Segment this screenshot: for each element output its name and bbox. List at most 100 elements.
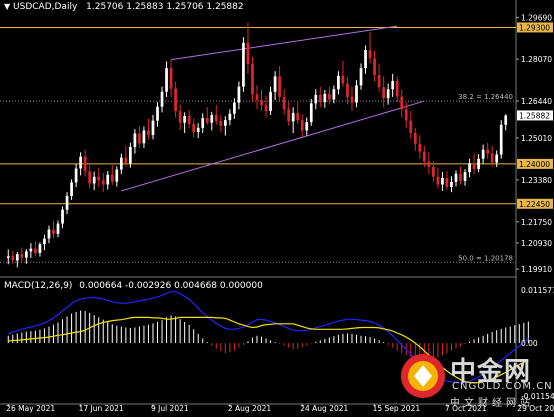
candle-bear xyxy=(219,121,223,126)
candle-bear xyxy=(346,83,349,97)
candle-bull xyxy=(499,124,503,155)
candle-bull xyxy=(133,133,137,147)
candle-bull xyxy=(495,154,499,163)
candle-bull xyxy=(70,182,73,197)
candle-bear xyxy=(169,68,173,89)
candle-bull xyxy=(156,106,159,121)
fib-level-label: 50.0 = 1.20178 xyxy=(458,254,513,262)
candle-bull xyxy=(201,118,205,128)
symbol-label: USDCAD,Daily xyxy=(13,2,78,12)
candle-bull xyxy=(233,102,236,114)
candle-bear xyxy=(97,176,101,181)
price-axis-tick-label: 1.21750 xyxy=(521,218,552,227)
candle-bull xyxy=(309,103,313,123)
candle-bull xyxy=(79,156,82,169)
candle-bull xyxy=(151,120,155,136)
watermark: 中金网 CNGOLD.COM.CN 中文财经网站 xyxy=(398,347,552,409)
candle-bull xyxy=(269,91,272,112)
candle-bear xyxy=(427,161,431,167)
candle-bear xyxy=(282,96,286,110)
candle-bear xyxy=(11,256,15,261)
price-axis-tick-label: 1.28070 xyxy=(521,55,552,64)
candle-bull xyxy=(355,85,358,103)
candle-bear xyxy=(382,87,385,99)
candle-bear xyxy=(101,180,105,185)
candle-bull xyxy=(228,113,232,121)
candle-bull xyxy=(337,75,340,90)
candle-bull xyxy=(441,178,444,185)
macd-values-readout: 0.000664 -0.002926 0.004668 0.000000 xyxy=(79,281,263,291)
candle-bear xyxy=(178,111,182,123)
candle-bull xyxy=(454,173,458,182)
candle-bear xyxy=(368,50,372,59)
candle-bull xyxy=(477,158,480,170)
candle-bull xyxy=(15,254,19,261)
candle-bear xyxy=(83,156,87,172)
price-axis-tick-label: 1.23380 xyxy=(521,176,552,185)
candle-bull xyxy=(463,172,467,181)
candle-bull xyxy=(47,229,51,239)
candle-bear xyxy=(296,112,300,121)
time-axis-tick-label: 17 Jun 2021 xyxy=(79,404,124,413)
candle-bear xyxy=(422,151,426,162)
price-axis-tick-label: 1.19910 xyxy=(521,265,552,274)
candle-bear xyxy=(110,174,114,182)
time-axis-tick-label: 24 Aug 2021 xyxy=(300,404,348,413)
candle-bull xyxy=(119,157,123,170)
price-axis-tick-label: 1.29690 xyxy=(521,13,552,22)
symbol-arrow-icon: ▼ xyxy=(4,2,11,11)
candle-bear xyxy=(459,173,462,181)
candle-bear xyxy=(395,80,399,97)
level-price-tag-label: 1.29300 xyxy=(519,23,550,32)
candle-bear xyxy=(373,58,376,76)
candle-bear xyxy=(490,153,494,163)
macd-label: MACD(12,26,9) xyxy=(4,281,73,291)
candle-bear xyxy=(192,123,196,132)
candle-bull xyxy=(56,223,60,234)
candle-bear xyxy=(350,96,354,103)
candle-bear xyxy=(174,88,177,112)
candle-bull xyxy=(242,42,245,87)
candle-bear xyxy=(214,114,218,122)
candle-bull xyxy=(323,93,327,103)
candle-bear xyxy=(341,75,345,84)
time-axis-tick-label: 26 May 2021 xyxy=(6,404,55,413)
candle-bear xyxy=(20,254,24,258)
candle-bull xyxy=(43,238,46,245)
candle-bull xyxy=(291,112,295,122)
watermark-subtitle: 中文财经网站 xyxy=(450,398,534,409)
candle-bull xyxy=(92,176,96,184)
candle-bear xyxy=(418,143,422,152)
macd-header: MACD(12,26,9) 0.000664 -0.002926 0.00466… xyxy=(4,281,263,291)
candle-bear xyxy=(52,229,55,234)
ohlc-readout: 1.25706 1.25883 1.25706 1.25882 xyxy=(86,2,244,12)
candle-bear xyxy=(246,42,250,64)
candle-bear xyxy=(260,100,263,106)
candle-bull xyxy=(142,130,146,144)
candle-bull xyxy=(160,91,164,107)
candle-bear xyxy=(300,120,304,131)
candle-bull xyxy=(6,256,10,258)
candle-bull xyxy=(29,248,33,252)
candle-bear xyxy=(377,75,381,88)
candle-bear xyxy=(255,94,259,101)
candle-bear xyxy=(264,105,268,112)
candle-bear xyxy=(328,93,331,100)
candle-bear xyxy=(278,76,281,97)
level-price-tag-label: 1.24000 xyxy=(519,160,550,169)
candle-bull xyxy=(273,76,277,92)
candle-bull xyxy=(74,168,78,183)
current-price-tag-label: 1.25882 xyxy=(519,111,550,120)
candle-bear xyxy=(138,133,141,144)
fib-level-label: 38.2 = 1.26440 xyxy=(458,93,513,101)
candle-bull xyxy=(61,209,64,224)
price-axis-tick-label: 1.26440 xyxy=(521,97,552,106)
candle-bull xyxy=(504,115,508,125)
candle-bull xyxy=(468,163,471,173)
candle-bull xyxy=(450,181,453,188)
candle-bull xyxy=(183,116,186,123)
level-price-tag-label: 1.22450 xyxy=(519,200,550,209)
candle-bull xyxy=(481,149,485,159)
candle-bull xyxy=(237,86,241,103)
candle-bear xyxy=(486,149,490,154)
